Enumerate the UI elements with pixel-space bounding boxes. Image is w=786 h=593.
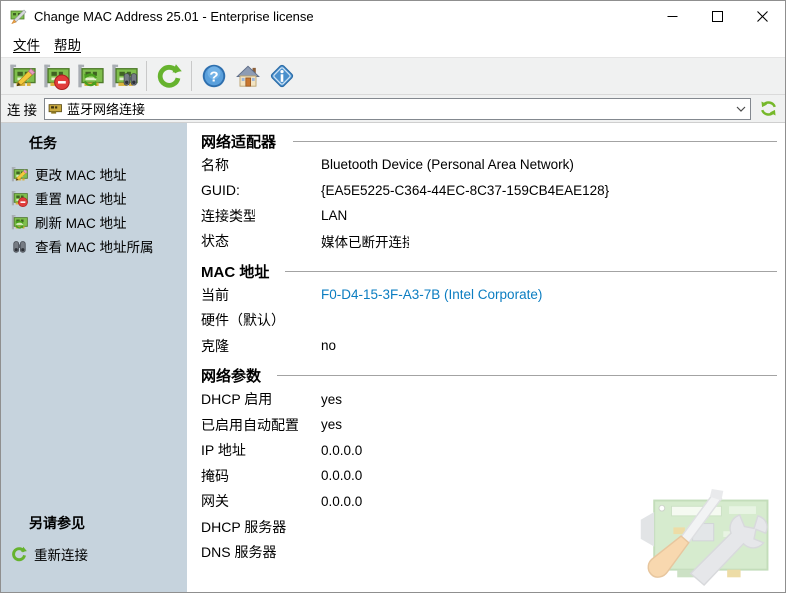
about-button[interactable] (265, 60, 299, 92)
reset-mac-button[interactable] (39, 60, 73, 92)
info-row-dhcp-server: DHCP 服务器 (201, 514, 785, 540)
section-header-params: 网络参数 (201, 365, 785, 387)
info-row-connection-type: 连接类型 LAN (201, 203, 785, 229)
sidebar-item-reset-mac[interactable]: 重置 MAC 地址 (1, 186, 187, 210)
see-also-header: 另请参见 (29, 513, 187, 533)
connection-combobox[interactable]: 蓝牙网络连接 (44, 98, 751, 120)
sidebar-spacer (1, 258, 187, 509)
info-row-ip: IP 地址 0.0.0.0 (201, 438, 785, 464)
connection-selected: 蓝牙网络连接 (67, 99, 732, 118)
info-row-gateway: 网关 0.0.0.0 (201, 489, 785, 515)
section-rule (285, 271, 777, 272)
menu-bar: 文件 帮助 (1, 31, 785, 57)
app-icon (9, 8, 27, 24)
refresh-icon (156, 63, 182, 89)
help-button[interactable] (197, 60, 231, 92)
info-row-clone-mac: 克隆 no (201, 333, 785, 359)
info-row-mask: 掩码 0.0.0.0 (201, 463, 785, 489)
about-icon (269, 63, 295, 89)
body: 任务 更改 MAC 地址 重置 MAC 地址 刷新 MAC 地址 查看 MAC … (1, 123, 785, 592)
app-window: Change MAC Address 25.01 - Enterprise li… (0, 0, 786, 593)
section-header-adapter: 网络适配器 (201, 130, 785, 152)
sidebar-item-label: 重新连接 (34, 544, 88, 564)
nic-refresh-icon (77, 63, 104, 90)
window-title: Change MAC Address 25.01 - Enterprise li… (34, 9, 650, 24)
info-row-autoconfig: 已启用自动配置 yes (201, 412, 785, 438)
maximize-button[interactable] (695, 1, 740, 31)
minimize-icon (667, 11, 678, 22)
tasks-header: 任务 (29, 133, 187, 153)
title-bar: Change MAC Address 25.01 - Enterprise li… (1, 1, 785, 31)
refresh-connections-button[interactable] (755, 97, 781, 121)
sidebar-item-lookup-mac[interactable]: 查看 MAC 地址所属 (1, 234, 187, 258)
info-row-dhcp-enabled: DHCP 启用 yes (201, 387, 785, 413)
chevron-down-icon[interactable] (732, 99, 750, 119)
change-mac-button[interactable] (5, 60, 39, 92)
sidebar-item-label: 查看 MAC 地址所属 (35, 236, 154, 256)
nic-edit-icon (11, 166, 28, 183)
sidebar-item-refresh-mac[interactable]: 刷新 MAC 地址 (1, 210, 187, 234)
minimize-button[interactable] (650, 1, 695, 31)
section-title: 网络适配器 (201, 131, 277, 152)
menu-help[interactable]: 帮助 (47, 31, 88, 57)
section-rule (293, 141, 777, 142)
nic-small-icon (48, 101, 63, 116)
toolbar (1, 57, 785, 95)
home-button[interactable] (231, 60, 265, 92)
section-header-mac: MAC 地址 (201, 260, 785, 282)
close-button[interactable] (740, 1, 785, 31)
info-row-current-mac: 当前 F0-D4-15-3F-A3-7B (Intel Corporate) (201, 282, 785, 308)
reconnect-toolbar-button[interactable] (152, 60, 186, 92)
info-row-hardware-mac: 硬件（默认） (201, 308, 785, 334)
sidebar: 任务 更改 MAC 地址 重置 MAC 地址 刷新 MAC 地址 查看 MAC … (1, 123, 187, 592)
section-title: MAC 地址 (201, 261, 269, 282)
connection-row: 连接 蓝牙网络连接 (1, 95, 785, 123)
reconnect-icon (11, 546, 27, 562)
toolbar-separator (191, 61, 192, 91)
section-title: 网络参数 (201, 365, 261, 386)
connection-label: 连接 (7, 99, 40, 119)
swap-refresh-icon (759, 99, 778, 118)
maximize-icon (712, 11, 723, 22)
toolbar-separator (146, 61, 147, 91)
help-icon (201, 63, 227, 89)
info-row-guid: GUID: {EA5E5225-C364-44EC-8C37-159CB4EAE… (201, 178, 785, 204)
sidebar-item-reconnect[interactable]: 重新连接 (1, 542, 187, 566)
sidebar-item-change-mac[interactable]: 更改 MAC 地址 (1, 162, 187, 186)
info-row-status: 状态 媒体已断开连接 (201, 229, 785, 255)
binoculars-icon (11, 238, 28, 255)
home-icon (235, 63, 261, 89)
nic-lookup-icon (111, 63, 138, 90)
nic-reset-icon (43, 63, 70, 90)
section-rule (277, 375, 777, 376)
nic-reset-icon (11, 190, 28, 207)
nic-refresh-icon (11, 214, 28, 231)
sidebar-item-label: 更改 MAC 地址 (35, 164, 127, 184)
info-row-dns-server: DNS 服务器 (201, 540, 785, 566)
info-row-name: 名称 Bluetooth Device (Personal Area Netwo… (201, 152, 785, 178)
close-icon (757, 11, 768, 22)
sidebar-item-label: 重置 MAC 地址 (35, 188, 127, 208)
sidebar-item-label: 刷新 MAC 地址 (35, 212, 127, 232)
menu-file[interactable]: 文件 (6, 31, 47, 57)
lookup-mac-button[interactable] (107, 60, 141, 92)
nic-edit-icon (9, 63, 36, 90)
mac-address-link[interactable]: F0-D4-15-3F-A3-7B (Intel Corporate) (321, 287, 542, 302)
refresh-mac-button[interactable] (73, 60, 107, 92)
main-panel: 网络适配器 名称 Bluetooth Device (Personal Area… (187, 123, 785, 592)
